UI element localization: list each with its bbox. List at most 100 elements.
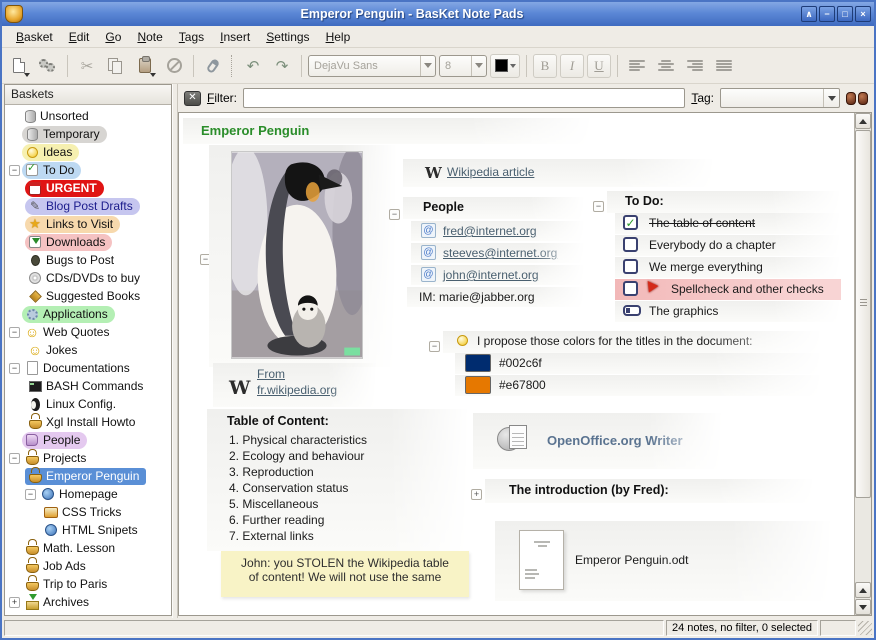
- image-source-note[interactable]: W From fr.wikipedia.org: [213, 363, 377, 407]
- binoculars-icon[interactable]: [846, 91, 868, 106]
- sidebar-item-blog-post-drafts[interactable]: ✎Blog Post Drafts: [5, 197, 171, 215]
- toc-note[interactable]: Table of Content: Physical characteristi…: [207, 409, 469, 551]
- sidebar-item-todo[interactable]: −To Do: [5, 161, 171, 179]
- collapse-toggle[interactable]: −: [593, 201, 604, 212]
- checkbox-unchecked[interactable]: [623, 259, 638, 274]
- sidebar-item-html-snipets[interactable]: HTML Snipets: [5, 521, 171, 539]
- titlebar[interactable]: Emperor Penguin - BasKet Note Pads ∧ − □…: [2, 2, 874, 26]
- scroll-up-button[interactable]: [855, 582, 871, 598]
- im-note[interactable]: IM: marie@jabber.org: [407, 287, 585, 307]
- sidebar-item-web-quotes[interactable]: −☺Web Quotes: [5, 323, 171, 341]
- menu-edit[interactable]: Edit: [61, 27, 98, 47]
- email-note[interactable]: @ john@internet.org: [411, 265, 585, 285]
- checkbox-checked[interactable]: [623, 215, 638, 230]
- font-family-combo[interactable]: DejaVu Sans: [308, 55, 436, 77]
- email-note[interactable]: @ fred@internet.org: [411, 221, 585, 241]
- wikipedia-article-link[interactable]: Wikipedia article: [447, 165, 534, 179]
- resize-grip[interactable]: [858, 621, 872, 635]
- sidebar-item-downloads[interactable]: Downloads: [5, 233, 171, 251]
- launcher-note[interactable]: OpenOffice.org Writer: [473, 413, 723, 469]
- sidebar-item-applications[interactable]: Applications: [5, 305, 171, 323]
- scrollbar-thumb[interactable]: [855, 130, 871, 498]
- launcher-label[interactable]: OpenOffice.org Writer: [547, 433, 683, 448]
- undo-button[interactable]: ↶: [240, 53, 266, 79]
- wikipedia-note[interactable]: W Wikipedia article: [403, 159, 715, 187]
- chevron-down-icon[interactable]: [471, 56, 486, 76]
- color-swatch-orange[interactable]: [465, 376, 491, 394]
- sidebar-item-documentations[interactable]: −Documentations: [5, 359, 171, 377]
- email-link-fred[interactable]: fred@internet.org: [443, 224, 537, 238]
- todo-item[interactable]: The table of content: [615, 213, 841, 234]
- image-source-link-line2[interactable]: fr.wikipedia.org: [257, 383, 337, 397]
- basket-canvas[interactable]: Emperor Penguin −: [178, 112, 872, 616]
- shade-button[interactable]: ∧: [801, 6, 817, 22]
- sticky-note[interactable]: John: you STOLEN the Wikipedia table of …: [221, 551, 469, 597]
- sidebar-item-cds-dvds[interactable]: CDs/DVDs to buy: [5, 269, 171, 287]
- sidebar-item-links-to-visit[interactable]: ★Links to Visit: [5, 215, 171, 233]
- color-swatch-note[interactable]: #002c6f: [455, 353, 823, 374]
- tag-combo[interactable]: [720, 88, 840, 108]
- color-swatch-blue[interactable]: [465, 354, 491, 372]
- menu-go[interactable]: Go: [97, 27, 129, 47]
- text-color-button[interactable]: [490, 54, 520, 78]
- collapse-toggle[interactable]: −: [9, 453, 20, 464]
- maximize-button[interactable]: □: [837, 6, 853, 22]
- sidebar-item-temporary[interactable]: Temporary: [5, 125, 171, 143]
- todo-item[interactable]: The graphics: [615, 301, 841, 322]
- color-proposal-note[interactable]: I propose those colors for the titles in…: [443, 331, 823, 353]
- sidebar-item-css-tricks[interactable]: CSS Tricks: [5, 503, 171, 521]
- scroll-up-button[interactable]: [855, 113, 871, 129]
- menu-insert[interactable]: Insert: [212, 27, 258, 47]
- sidebar-item-jokes[interactable]: ☺Jokes: [5, 341, 171, 359]
- color-swatch-note[interactable]: #e67800: [455, 375, 823, 396]
- email-note[interactable]: @ steeves@internet.org: [411, 243, 585, 263]
- attach-button[interactable]: [200, 53, 226, 79]
- sidebar-item-unsorted[interactable]: Unsorted: [5, 107, 171, 125]
- chevron-down-icon[interactable]: [823, 89, 839, 107]
- sidebar-item-bugs-to-post[interactable]: Bugs to Post: [5, 251, 171, 269]
- sidebar-item-people[interactable]: People: [5, 431, 171, 449]
- sidebar-item-projects[interactable]: −Projects: [5, 449, 171, 467]
- sidebar-item-job-ads[interactable]: Job Ads: [5, 557, 171, 575]
- todo-item[interactable]: Everybody do a chapter: [615, 235, 841, 256]
- menu-basket[interactable]: Basket: [8, 27, 61, 47]
- sidebar-item-suggested-books[interactable]: Suggested Books: [5, 287, 171, 305]
- email-link-steeves[interactable]: steeves@internet.org: [443, 246, 557, 260]
- collapse-toggle[interactable]: −: [9, 363, 20, 374]
- sidebar-item-archives[interactable]: +Archives: [5, 593, 171, 611]
- menu-note[interactable]: Note: [129, 27, 170, 47]
- sidebar-item-xgl-install-howto[interactable]: Xgl Install Howto: [5, 413, 171, 431]
- introduction-note[interactable]: The introduction (by Fred):: [485, 479, 815, 503]
- checkbox-unchecked[interactable]: [623, 237, 638, 252]
- paste-button[interactable]: [132, 53, 158, 79]
- collapse-toggle[interactable]: −: [9, 327, 20, 338]
- menu-help[interactable]: Help: [318, 27, 359, 47]
- progress-tag-icon[interactable]: [623, 305, 641, 316]
- sidebar-item-emperor-penguin[interactable]: Emperor Penguin: [5, 467, 171, 485]
- collapse-toggle[interactable]: −: [25, 489, 36, 500]
- run-button[interactable]: [35, 53, 61, 79]
- clear-filter-icon[interactable]: ✕: [184, 91, 201, 106]
- collapse-toggle[interactable]: −: [9, 165, 20, 176]
- collapse-toggle[interactable]: −: [429, 341, 440, 352]
- chevron-down-icon[interactable]: [420, 56, 435, 76]
- sidebar-item-bash-commands[interactable]: BASH Commands: [5, 377, 171, 395]
- menu-tags[interactable]: Tags: [171, 27, 212, 47]
- font-size-combo[interactable]: 8: [439, 55, 487, 77]
- expand-toggle[interactable]: +: [471, 489, 482, 500]
- menu-settings[interactable]: Settings: [258, 27, 317, 47]
- sidebar-item-urgent[interactable]: URGENT: [5, 179, 171, 197]
- minimize-button[interactable]: −: [819, 6, 835, 22]
- sidebar-item-linux-config[interactable]: Linux Config.: [5, 395, 171, 413]
- checkbox-unchecked[interactable]: [623, 281, 638, 296]
- todo-item-highlighted[interactable]: Spellcheck and other checks: [615, 279, 841, 300]
- email-link-john[interactable]: john@internet.org: [443, 268, 539, 282]
- expand-toggle[interactable]: +: [9, 597, 20, 608]
- redo-button[interactable]: ↷: [269, 53, 295, 79]
- emperor-penguin-photo[interactable]: [231, 151, 363, 359]
- new-note-button[interactable]: [6, 53, 32, 79]
- sidebar-item-ideas[interactable]: Ideas: [5, 143, 171, 161]
- vertical-scrollbar[interactable]: [854, 113, 871, 615]
- filter-input[interactable]: [243, 88, 685, 108]
- file-note[interactable]: Emperor Penguin.odt: [495, 521, 833, 601]
